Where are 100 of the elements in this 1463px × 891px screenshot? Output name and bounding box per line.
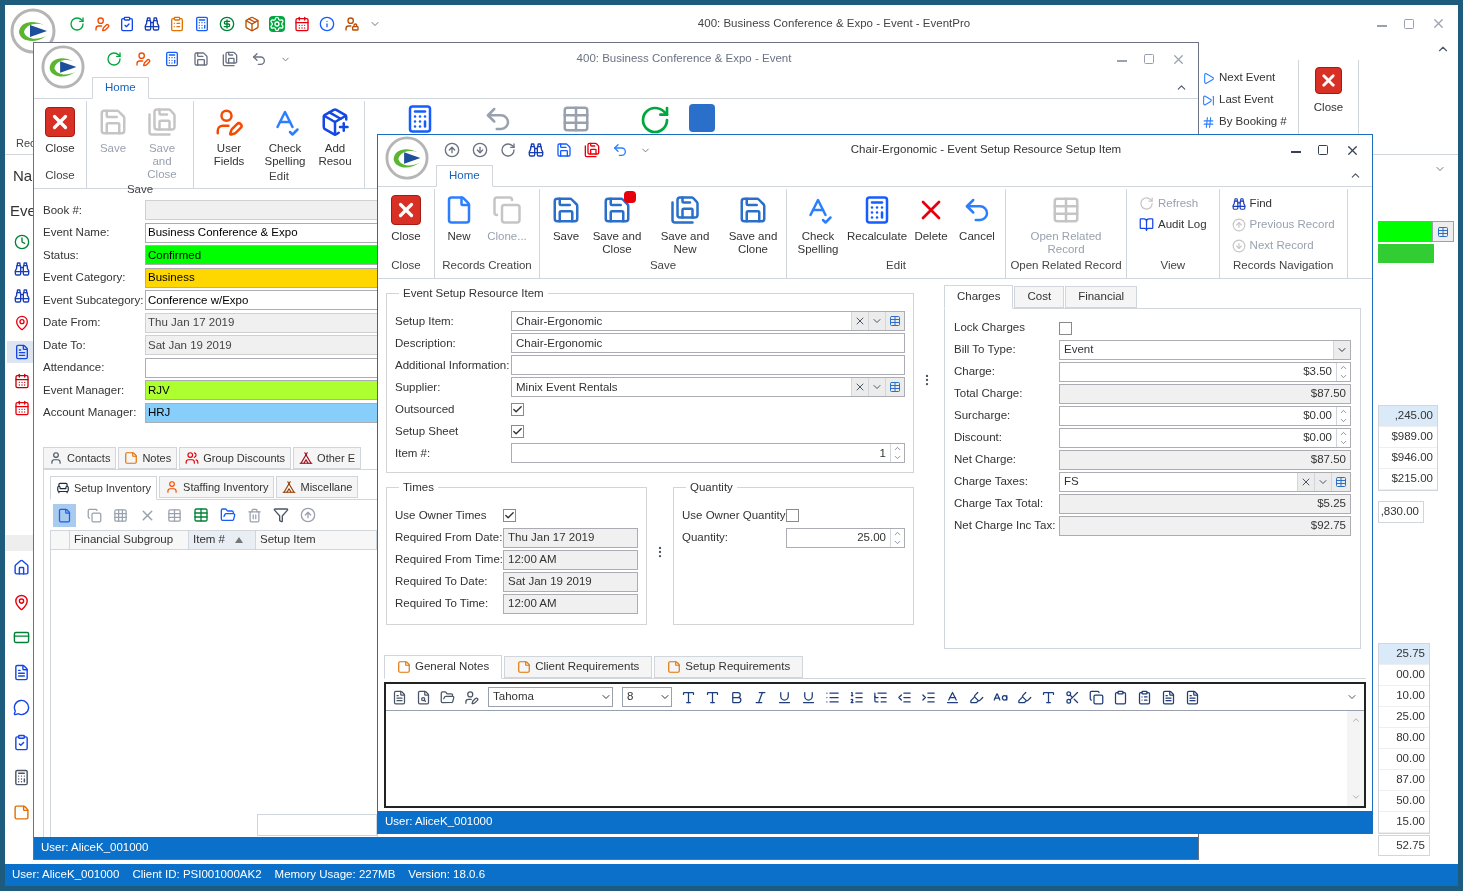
ribbon-button[interactable]: Check Spelling (260, 101, 310, 168)
window-title: 400: Business Conference & Expo - Event - EventPro (696, 15, 972, 31)
field-label: Event Manager: (43, 382, 126, 398)
tab[interactable]: Notes (118, 447, 178, 469)
group-label: Records Creation (441, 257, 533, 273)
text-field[interactable]: Sat Jan 19 2019 (145, 335, 378, 356)
ribbon-button[interactable]: Save (544, 189, 588, 243)
field-label: Event Name: (43, 225, 111, 241)
number-field[interactable]: $0.00 (1059, 428, 1351, 448)
field-label: Account Manager: (43, 405, 138, 421)
tab[interactable]: Home (92, 77, 149, 99)
field-label: Status: (43, 247, 80, 263)
ribbon-button[interactable]: Save and Clone (724, 189, 782, 256)
field-label: Quantity: (682, 529, 730, 545)
ribbon-button[interactable]: Find (1231, 193, 1335, 214)
field-label: Net Charge: (954, 452, 1017, 468)
read-only-field: 12:00 AM (503, 593, 638, 614)
lookup-field[interactable]: Chair-Ergonomic (511, 311, 905, 332)
field-label: Book #: (43, 202, 83, 218)
field-label: Additional Information: (395, 357, 511, 373)
tab[interactable]: Contacts (43, 447, 117, 469)
number-field[interactable]: $0.00 (1059, 406, 1351, 426)
field-label: Date To: (43, 337, 87, 353)
read-only-field: $92.75 (1059, 516, 1351, 536)
ribbon-button[interactable]: New (439, 189, 479, 243)
group-label: Records Navigation (1231, 257, 1335, 273)
text-field[interactable]: Business (145, 267, 378, 288)
field-label: Required From Date: (395, 529, 503, 545)
field-label: Use Owner Times (395, 507, 488, 523)
ribbon-button[interactable]: Close (382, 189, 430, 243)
field-label: Charge Tax Total: (954, 496, 1045, 512)
field-label: Required To Time: (395, 595, 490, 611)
nav-button[interactable]: Next Event (1202, 67, 1298, 89)
group-title: Times (402, 480, 435, 496)
lookup-field[interactable]: Minix Event Rentals (511, 377, 905, 398)
text-field[interactable]: HRJ (145, 402, 378, 423)
text-field[interactable]: Thu Jan 17 2019 (145, 312, 378, 333)
ribbon-button[interactable]: Add Resou (310, 101, 360, 168)
tab[interactable]: Group Discounts (179, 447, 292, 469)
field-label: Setup Item: (395, 313, 455, 329)
tab[interactable]: Financial (1065, 286, 1138, 308)
group-label: Save (648, 257, 678, 273)
field-label: Required To Date: (395, 573, 489, 589)
ribbon-button[interactable]: Recalculate (845, 189, 909, 243)
field-label: Lock Charges (954, 320, 1026, 336)
group-label: Open Related Record (1010, 257, 1122, 273)
text-field[interactable]: Conference w/Expo (145, 290, 378, 311)
window-title: Chair-Ergonomic - Event Setup Resource Setup Item (849, 142, 1123, 158)
group-label: Edit (268, 169, 290, 184)
total-field: ,830.00 (1378, 501, 1424, 523)
text-field[interactable]: RJV (145, 380, 378, 401)
tab[interactable]: General Notes (384, 655, 503, 679)
field-label: Description: (395, 335, 457, 351)
tab[interactable]: Setup Requirements (654, 656, 804, 678)
ribbon-button[interactable]: Delete (909, 189, 953, 243)
status-text: Client ID: PSI001000AK2 (132, 867, 262, 883)
tab[interactable]: Client Requirements (504, 656, 653, 678)
tab[interactable]: Setup Inventory (50, 476, 158, 500)
column-header[interactable]: Item # (189, 531, 256, 549)
lookup-field[interactable]: FS (1059, 472, 1351, 492)
ribbon-button[interactable]: Close (38, 101, 82, 155)
ribbon-button[interactable]: Close (1313, 67, 1344, 117)
field-label: Setup Sheet (395, 423, 460, 439)
number-field[interactable]: 1 (511, 443, 905, 464)
tab[interactable]: Other E (293, 447, 361, 469)
text-field[interactable]: Chair-Ergonomic (511, 333, 905, 354)
field-label: Item #: (395, 445, 432, 461)
font-size-dropdown[interactable]: 8 (622, 687, 672, 707)
field-label: Supplier: (395, 379, 442, 395)
number-field[interactable]: $3.50 (1059, 362, 1351, 382)
tab[interactable]: Cost (1014, 286, 1065, 308)
group-label: Edit (885, 257, 907, 273)
tab[interactable]: Miscellane (276, 476, 359, 498)
ribbon-button[interactable]: Check Spelling (791, 189, 845, 256)
field-label: Net Charge Inc Tax: (954, 518, 1057, 534)
status-text: User: AliceK_001000 (41, 840, 149, 856)
tab[interactable]: Staffing Inventory (159, 476, 275, 498)
ribbon-button[interactable]: Save and New (646, 189, 724, 256)
ribbon-button[interactable]: Cancel (953, 189, 1001, 243)
field-label: Required From Time: (395, 551, 503, 567)
tab[interactable]: Charges (944, 285, 1014, 309)
panel-header: Na (12, 166, 33, 186)
ribbon-button[interactable]: Save and Close (588, 189, 646, 256)
dropdown-field[interactable]: Event (1059, 340, 1351, 360)
table-cell: 25.75 (1379, 644, 1429, 665)
nav-button[interactable]: By Booking # (1202, 111, 1298, 133)
field-label: Surcharge: (954, 408, 1012, 424)
text-field[interactable]: Business Conference & Expo (145, 222, 378, 243)
field-label: Total Charge: (954, 386, 1024, 402)
ribbon-button[interactable]: User Fields (198, 101, 260, 168)
nav-button[interactable]: Last Event (1202, 89, 1298, 111)
text-field[interactable]: Confirmed (145, 245, 378, 266)
field-label: Event Category: (43, 270, 127, 286)
ribbon-button[interactable]: Audit Log (1139, 214, 1207, 235)
number-field[interactable]: 25.00 (786, 527, 905, 548)
status-text: Memory Usage: 227MB (274, 867, 396, 883)
group-title: Quantity (689, 480, 734, 496)
tab[interactable]: Home (436, 165, 493, 187)
table-cell: ,245.00 (1379, 406, 1437, 427)
font-dropdown[interactable]: Tahoma (488, 687, 613, 707)
